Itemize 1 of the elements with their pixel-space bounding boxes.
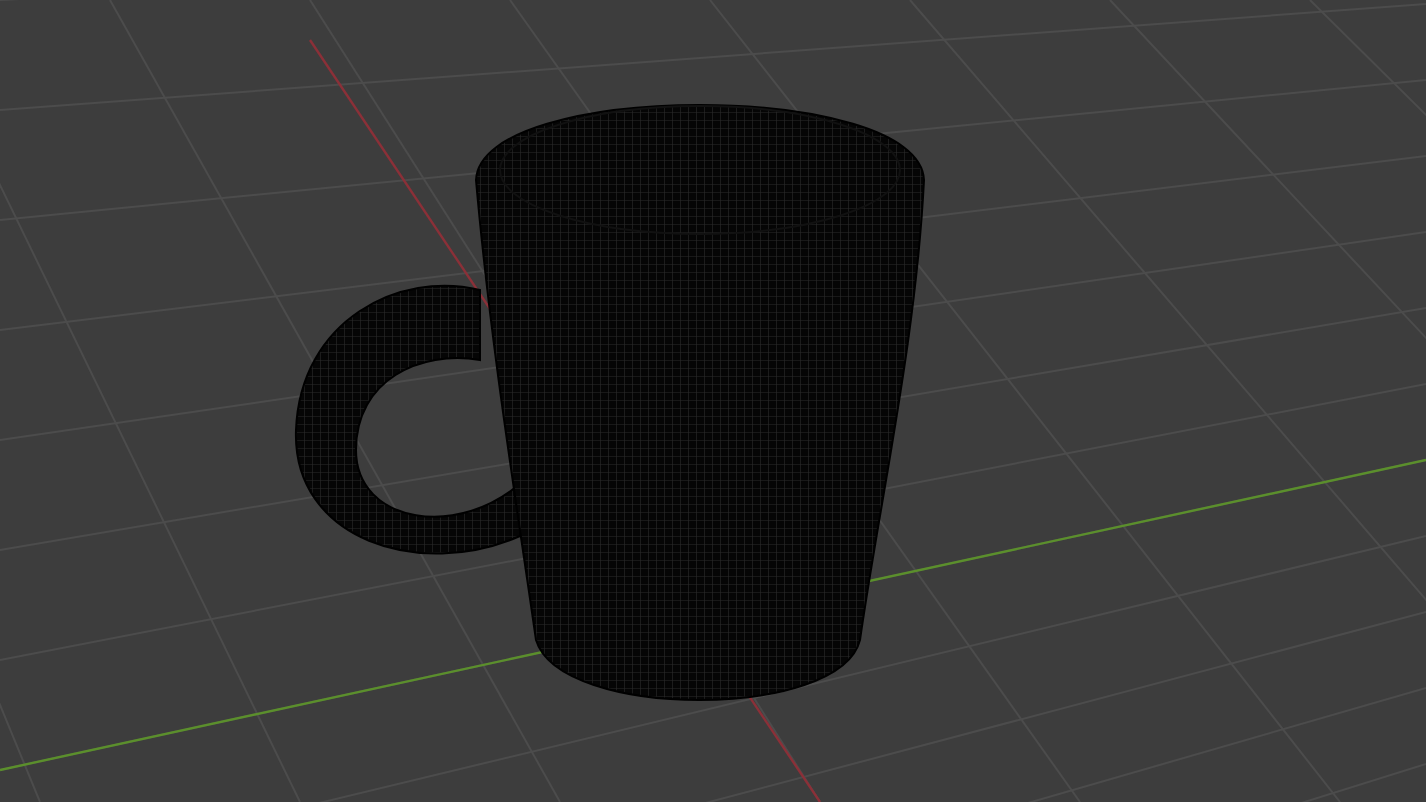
3d-viewport[interactable] xyxy=(0,0,1426,802)
